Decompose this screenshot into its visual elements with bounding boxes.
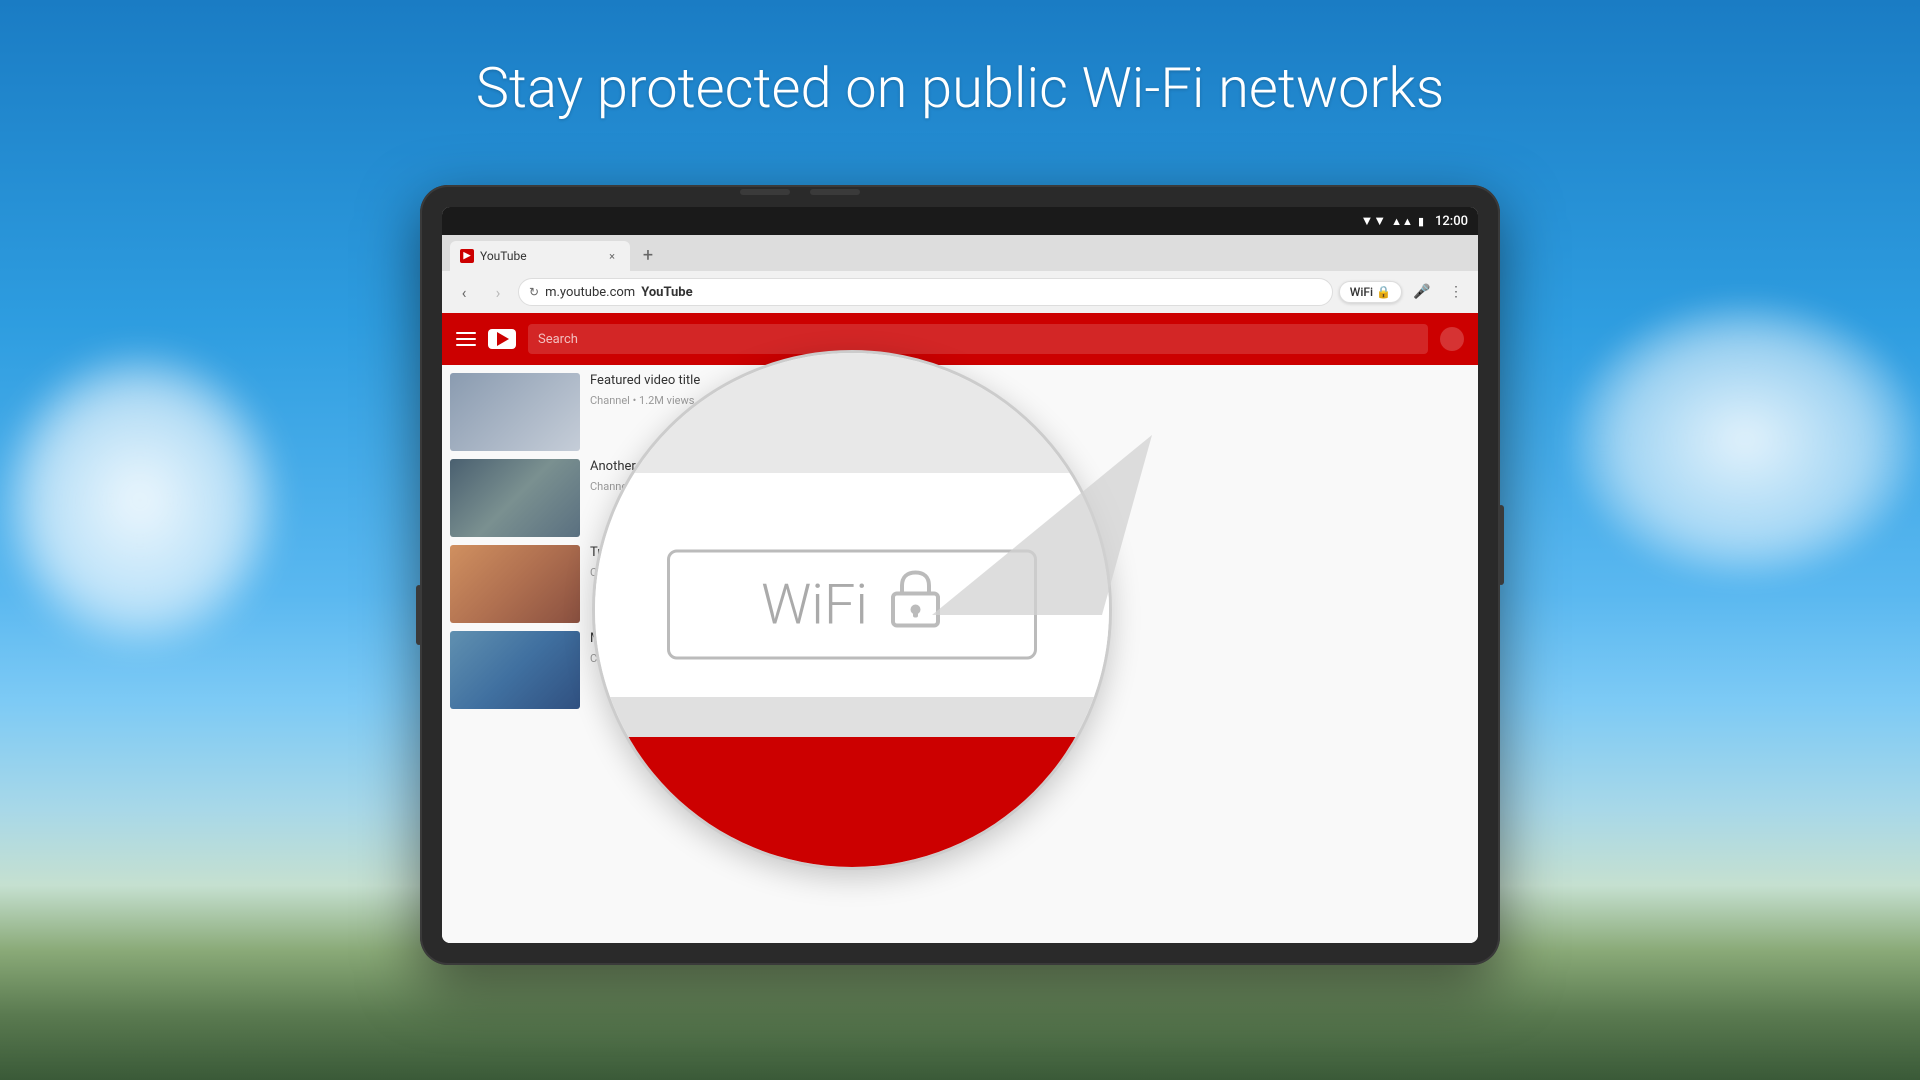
video-item-4[interactable]: More recommended content Channel • 780K … [450, 631, 1470, 709]
tablet-side-button-left [416, 585, 422, 645]
wifi-status-icon: ▼▼ [1360, 213, 1386, 229]
video-thumbnail-4 [450, 631, 580, 709]
status-icons: ▼▼ ▲▲ ▮ 12:00 [1360, 213, 1468, 229]
video-meta-3: Channel • 2.1M views [590, 566, 1470, 579]
video-title-2: Another video for you [590, 459, 1470, 476]
tablet: ▼▼ ▲▲ ▮ 12:00 ▶ YouTube × [420, 185, 1500, 965]
video-title-3: Trending video content [590, 545, 1470, 562]
browser-chrome: ▶ YouTube × + ‹ › ↻ [442, 235, 1478, 313]
status-bar: ▼▼ ▲▲ ▮ 12:00 [442, 207, 1478, 235]
mic-icon: 🎤 [1413, 284, 1430, 300]
video-meta-4: Channel • 780K views [590, 652, 1470, 665]
video-info-3: Trending video content Channel • 2.1M vi… [590, 545, 1470, 623]
video-title-4: More recommended content [590, 631, 1470, 648]
wifi-badge-label: WiFi 🔒 [1350, 285, 1391, 299]
video-item-2[interactable]: Another video for you Channel • 450K vie… [450, 459, 1470, 537]
video-info-2: Another video for you Channel • 450K vie… [590, 459, 1470, 537]
video-thumbnail-2 [450, 459, 580, 537]
mic-button[interactable]: 🎤 [1408, 278, 1436, 306]
tab-title: YouTube [480, 249, 598, 263]
cloud-right [1570, 300, 1920, 580]
video-meta-1: Channel • 1.2M views [590, 394, 1470, 407]
reload-icon: ↻ [529, 285, 539, 299]
tablet-button-left [740, 189, 790, 195]
youtube-header-avatar[interactable] [1440, 327, 1464, 351]
tab-favicon: ▶ [460, 249, 474, 263]
video-item-1[interactable]: Featured video title Channel • 1.2M view… [450, 373, 1470, 451]
tablet-button-right [810, 189, 860, 195]
tab-bar: ▶ YouTube × + [442, 235, 1478, 271]
tablet-body: ▼▼ ▲▲ ▮ 12:00 ▶ YouTube × [420, 185, 1500, 965]
video-thumbnail-1 [450, 373, 580, 451]
youtube-header: Search [442, 313, 1478, 365]
forward-button[interactable]: › [484, 278, 512, 306]
hamburger-menu[interactable] [456, 332, 476, 346]
youtube-play-icon [497, 332, 509, 346]
cloud-left [0, 350, 280, 650]
hamburger-line [456, 332, 476, 334]
address-bar[interactable]: ↻ m.youtube.com YouTube [518, 278, 1333, 306]
tablet-screen: ▼▼ ▲▲ ▮ 12:00 ▶ YouTube × [442, 207, 1478, 943]
forward-icon: › [496, 283, 501, 302]
back-button[interactable]: ‹ [450, 278, 478, 306]
video-info-4: More recommended content Channel • 780K … [590, 631, 1470, 709]
menu-button[interactable]: ⋮ [1442, 278, 1470, 306]
tab-close-button[interactable]: × [604, 248, 620, 264]
youtube-video-list: Featured video title Channel • 1.2M view… [442, 365, 1478, 717]
browser-tab[interactable]: ▶ YouTube × [450, 241, 630, 271]
youtube-logo-icon [488, 329, 516, 349]
youtube-search-placeholder: Search [538, 332, 578, 347]
video-meta-2: Channel • 450K views [590, 480, 1470, 493]
new-tab-button[interactable]: + [634, 241, 662, 269]
tablet-side-button-right [1498, 505, 1504, 585]
address-site: YouTube [641, 285, 692, 300]
youtube-search-bar[interactable]: Search [528, 324, 1428, 354]
tab-favicon-icon: ▶ [464, 251, 471, 261]
hamburger-line [456, 344, 476, 346]
hamburger-line [456, 338, 476, 340]
menu-icon: ⋮ [1449, 284, 1463, 300]
signal-icon: ▲▲ [1391, 215, 1413, 228]
status-time: 12:00 [1435, 214, 1468, 229]
battery-icon: ▮ [1418, 215, 1424, 228]
wifi-badge[interactable]: WiFi 🔒 [1339, 281, 1402, 303]
back-icon: ‹ [462, 283, 467, 302]
video-title-1: Featured video title [590, 373, 1470, 390]
video-thumbnail-3 [450, 545, 580, 623]
page-title: Stay protected on public Wi-Fi networks [0, 55, 1920, 121]
video-item-3[interactable]: Trending video content Channel • 2.1M vi… [450, 545, 1470, 623]
video-info-1: Featured video title Channel • 1.2M view… [590, 373, 1470, 451]
address-bar-row: ‹ › ↻ m.youtube.com YouTube WiFi 🔒 🎤 [442, 271, 1478, 313]
youtube-content: Search Featured video title Channel • 1.… [442, 313, 1478, 943]
address-url: m.youtube.com [545, 285, 635, 300]
